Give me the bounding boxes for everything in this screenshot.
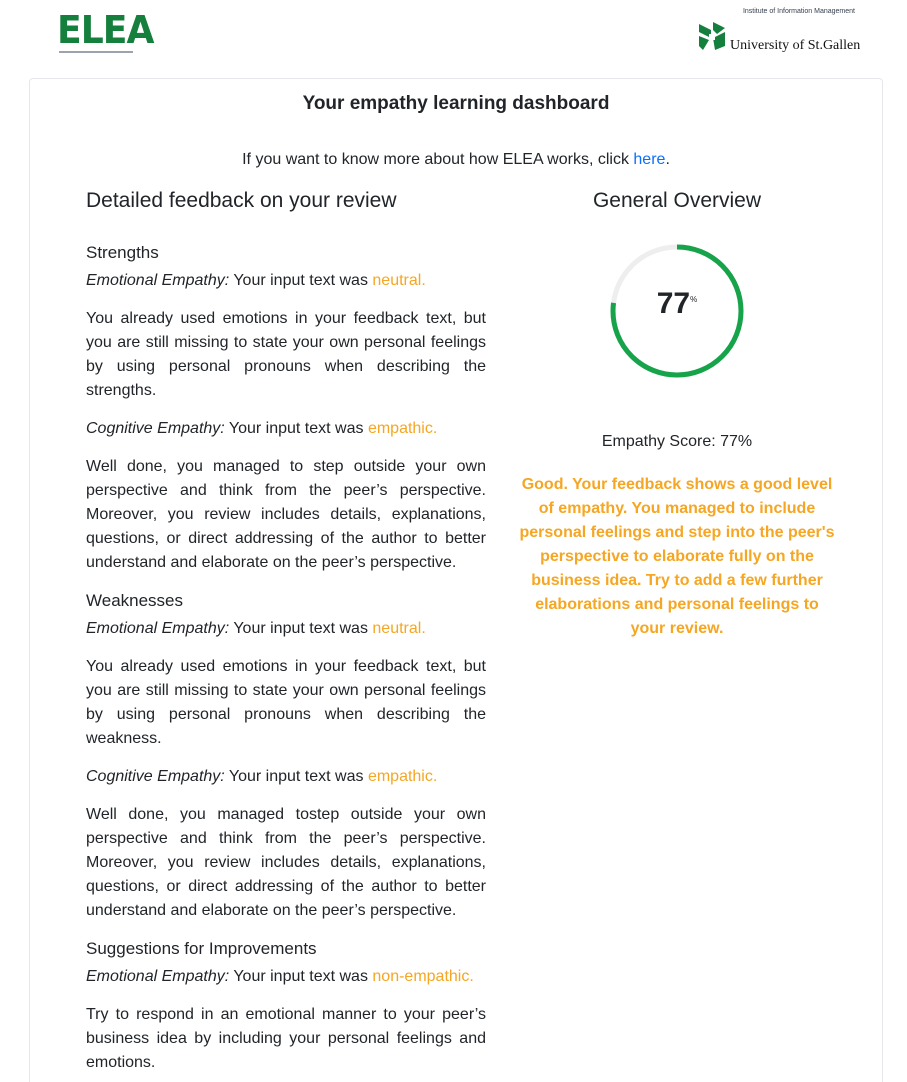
cognitive-empathy-value: empathic. [367,768,438,785]
cognitive-empathy-label: Cognitive Empathy: [86,768,225,785]
cognitive-empathy-prefix: Your input text was [224,768,368,785]
emotional-empathy-value: non-empathic. [372,968,474,985]
emotional-empathy-text: Try to respond in an emotional manner to… [86,1006,486,1071]
emotional-empathy-label: Emotional Empathy: [86,968,230,985]
dashboard-card: Your empathy learning dashboard If you w… [29,78,883,1082]
intro-here-link[interactable]: here [633,151,665,168]
intro-text: If you want to know more about how ELEA … [242,151,634,168]
emotional-empathy-prefix: Your input text was [229,272,373,289]
elea-logo-underline [59,51,133,53]
cognitive-empathy-prefix: Your input text was [224,420,368,437]
emotional-empathy-line: Emotional Empathy: Your input text was n… [86,617,486,641]
institute-name: Institute of Information Management [742,8,855,15]
cognitive-empathy-text: Well done, you managed tostep outside yo… [86,806,486,919]
dashboard-title: Your empathy learning dashboard [302,93,610,114]
cognitive-empathy-label: Cognitive Empathy: [86,420,225,437]
emotional-empathy-text: You already used emotions in your feedba… [86,310,486,399]
gauge-value: 77% [607,287,747,321]
elea-logo-text: ELEA [57,8,154,52]
feedback-section-suggestions: Suggestions for Improvements Emotional E… [86,937,486,1075]
section-title: Weaknesses [86,591,184,610]
detailed-feedback-heading: Detailed feedback on your review [86,189,397,212]
intro-line: If you want to know more about how ELEA … [30,151,882,169]
emotional-empathy-label: Emotional Empathy: [86,620,230,637]
elea-logo[interactable]: ELEA [57,8,154,54]
emotional-empathy-text: You already used emotions in your feedba… [86,658,486,747]
empathy-score-gauge: 77% [607,241,747,381]
feedback-section-strengths: Strengths Emotional Empathy: Your input … [86,241,486,575]
emotional-empathy-line: Emotional Empathy: Your input text was n… [86,269,486,293]
general-overview-heading: General Overview [592,189,762,212]
emotional-empathy-value: neutral. [372,620,426,637]
intro-suffix: . [665,151,670,168]
cognitive-empathy-text: Well done, you managed to step outside y… [86,458,486,571]
general-overview-column: General Overview 77% Empathy Score: 77% … [516,187,838,641]
page: ELEA Institute of Information Management… [0,0,907,1082]
cognitive-empathy-line: Cognitive Empathy: Your input text was e… [86,765,486,789]
detailed-feedback-column: Detailed feedback on your review Strengt… [86,187,486,1082]
section-title: Suggestions for Improvements [86,939,317,958]
emotional-empathy-value: neutral. [372,272,426,289]
gauge-unit: % [690,295,698,304]
university-name: University of St.Gallen [730,38,861,53]
cognitive-empathy-value: empathic. [367,420,438,437]
section-title: Strengths [86,243,159,262]
empathy-score-message: Good. Your feedback shows a good level o… [519,476,835,637]
emotional-empathy-prefix: Your input text was [229,968,373,985]
hsg-emblem-icon [699,22,725,50]
emotional-empathy-line: Emotional Empathy: Your input text was n… [86,965,486,989]
empathy-score-label: Empathy Score: 77% [601,433,753,450]
cognitive-empathy-line: Cognitive Empathy: Your input text was e… [86,417,486,441]
emotional-empathy-label: Emotional Empathy: [86,272,230,289]
feedback-section-weaknesses: Weaknesses Emotional Empathy: Your input… [86,589,486,923]
gauge-number: 77 [656,287,691,320]
university-logo[interactable]: Institute of Information Management Univ… [697,8,861,58]
emotional-empathy-prefix: Your input text was [229,620,373,637]
